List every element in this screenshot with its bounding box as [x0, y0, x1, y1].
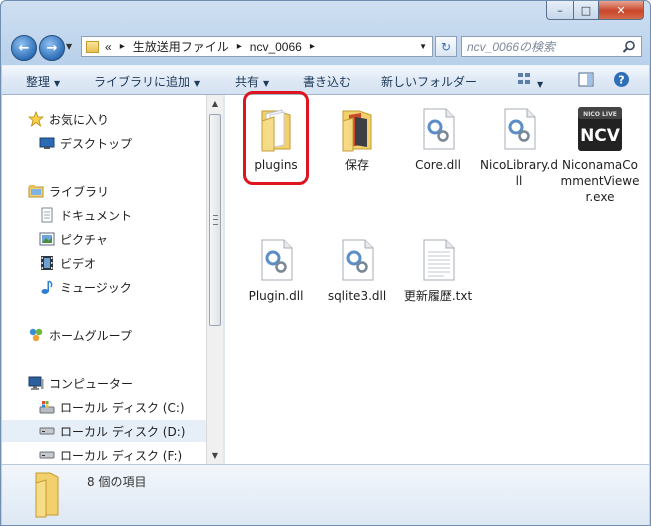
- film-icon: [39, 255, 55, 271]
- search-icon[interactable]: [622, 40, 636, 54]
- file-item-changelog-txt[interactable]: 更新履歴.txt: [398, 236, 478, 304]
- file-item-save-folder[interactable]: 保存: [317, 105, 397, 173]
- svg-text:?: ?: [618, 74, 624, 87]
- dll-file-icon: [414, 105, 462, 153]
- item-count: 8 個の項目: [87, 475, 147, 489]
- organize-button[interactable]: 整理 ▼: [26, 73, 60, 90]
- view-icon: [518, 73, 530, 84]
- nav-homegroup[interactable]: ホームグループ: [2, 324, 206, 346]
- breadcrumb-overflow[interactable]: «: [105, 40, 112, 54]
- nav-drive-f[interactable]: ローカル ディスク (F:): [2, 444, 206, 464]
- search-placeholder: ncv_0066の検索: [467, 40, 556, 54]
- navigation-pane: お気に入り デスクトップ ライブラリ ドキュメント ピクチャ ビデオ ミュージッ…: [2, 95, 206, 464]
- search-input[interactable]: ncv_0066の検索: [461, 36, 642, 57]
- library-icon: [28, 183, 44, 199]
- scroll-up-icon[interactable]: ▲: [207, 95, 223, 112]
- back-button[interactable]: ←: [11, 35, 37, 61]
- recent-pages-dropdown[interactable]: ▼: [66, 42, 72, 51]
- dll-file-icon: [252, 236, 300, 284]
- close-button[interactable]: ✕: [599, 1, 644, 20]
- navigation-scrollbar[interactable]: ▲ ▼: [206, 95, 223, 464]
- new-folder-button[interactable]: 新しいフォルダー: [381, 73, 477, 90]
- text-file-icon: [414, 236, 462, 284]
- document-icon: [39, 207, 55, 223]
- nav-drive-d[interactable]: ローカル ディスク (D:): [2, 420, 206, 442]
- file-item-sqlite3-dll[interactable]: sqlite3.dll: [317, 236, 397, 304]
- drive-icon: [39, 423, 55, 439]
- caption-buttons: – □ ✕: [546, 1, 644, 21]
- computer-icon: [28, 375, 44, 391]
- burn-button[interactable]: 書き込む: [303, 73, 351, 90]
- desktop-icon: [39, 135, 55, 151]
- nav-drive-c[interactable]: ローカル ディスク (C:): [2, 396, 206, 418]
- nav-computer[interactable]: コンピューター: [2, 372, 206, 394]
- star-icon: [28, 111, 44, 127]
- help-button[interactable]: ?: [613, 71, 630, 91]
- breadcrumb-separator[interactable]: ▸: [310, 41, 315, 52]
- breadcrumb-separator[interactable]: ▸: [120, 41, 125, 52]
- ncv-app-icon: NICO LIVE NCV: [576, 105, 624, 153]
- nav-music[interactable]: ミュージック: [2, 276, 206, 298]
- music-note-icon: [39, 279, 55, 295]
- share-button[interactable]: 共有 ▼: [235, 73, 269, 90]
- forward-button[interactable]: →: [39, 35, 65, 61]
- breadcrumb-item[interactable]: 生放送用ファイル: [133, 38, 229, 55]
- nav-documents[interactable]: ドキュメント: [2, 204, 206, 226]
- explorer-window: – □ ✕ ← → ▼ « ▸ 生放送用ファイル ▸ ncv_0066 ▸ ▼ …: [0, 0, 651, 526]
- homegroup-icon: [28, 327, 44, 343]
- nav-videos[interactable]: ビデオ: [2, 252, 206, 274]
- arrow-left-icon: ←: [18, 40, 30, 56]
- scroll-down-icon[interactable]: ▼: [207, 447, 223, 464]
- add-to-library-button[interactable]: ライブラリに追加 ▼: [94, 73, 200, 90]
- view-options-button[interactable]: ▼: [517, 71, 543, 90]
- dll-file-icon: [495, 105, 543, 153]
- breadcrumb-separator[interactable]: ▸: [237, 41, 242, 52]
- nav-desktop[interactable]: デスクトップ: [2, 132, 206, 154]
- folder-icon: [252, 105, 300, 153]
- file-item-plugin-dll[interactable]: Plugin.dll: [236, 236, 316, 304]
- address-row: ← → ▼ « ▸ 生放送用ファイル ▸ ncv_0066 ▸ ▼ ↻ ncv_…: [9, 33, 644, 61]
- file-item-nicolibrary-dll[interactable]: NicoLibrary.dll: [479, 105, 559, 189]
- folder-icon: [86, 40, 99, 53]
- help-icon: ?: [614, 72, 629, 87]
- picture-icon: [39, 231, 55, 247]
- ncv-icon-main-text: NCV: [580, 126, 621, 146]
- command-bar: 整理 ▼ ライブラリに追加 ▼ 共有 ▼ 書き込む 新しいフォルダー ▼ ?: [2, 65, 649, 95]
- ncv-icon-top-text: NICO LIVE: [583, 111, 617, 118]
- file-item-core-dll[interactable]: Core.dll: [398, 105, 478, 173]
- drive-icon: [39, 447, 55, 463]
- nav-libraries[interactable]: ライブラリ: [2, 180, 206, 202]
- preview-pane-icon: [578, 72, 594, 87]
- refresh-icon: ↻: [440, 39, 452, 54]
- dll-file-icon: [333, 236, 381, 284]
- address-bar[interactable]: « ▸ 生放送用ファイル ▸ ncv_0066 ▸ ▼: [81, 36, 433, 57]
- minimize-button[interactable]: –: [546, 1, 574, 20]
- maximize-button[interactable]: □: [574, 1, 599, 20]
- arrow-right-icon: →: [46, 40, 58, 56]
- nav-favorites[interactable]: お気に入り: [2, 108, 206, 130]
- preview-pane-button[interactable]: [578, 72, 594, 90]
- folder-icon: [35, 472, 59, 518]
- system-drive-icon: [39, 399, 55, 415]
- details-pane: 8 個の項目: [2, 464, 649, 525]
- refresh-button[interactable]: ↻: [435, 36, 457, 57]
- chevron-down-icon[interactable]: ▼: [419, 42, 427, 51]
- file-item-plugins[interactable]: plugins: [236, 105, 316, 173]
- folder-icon: [333, 105, 381, 153]
- nav-pictures[interactable]: ピクチャ: [2, 228, 206, 250]
- file-item-ncv-exe[interactable]: NICO LIVE NCV NiconamaCommentViewer.exe: [560, 105, 640, 205]
- file-list: plugins 保存 Core.dll NicoLibrary.dll NICO…: [225, 91, 649, 464]
- breadcrumb-item[interactable]: ncv_0066: [250, 40, 302, 54]
- scrollbar-thumb[interactable]: [209, 114, 221, 326]
